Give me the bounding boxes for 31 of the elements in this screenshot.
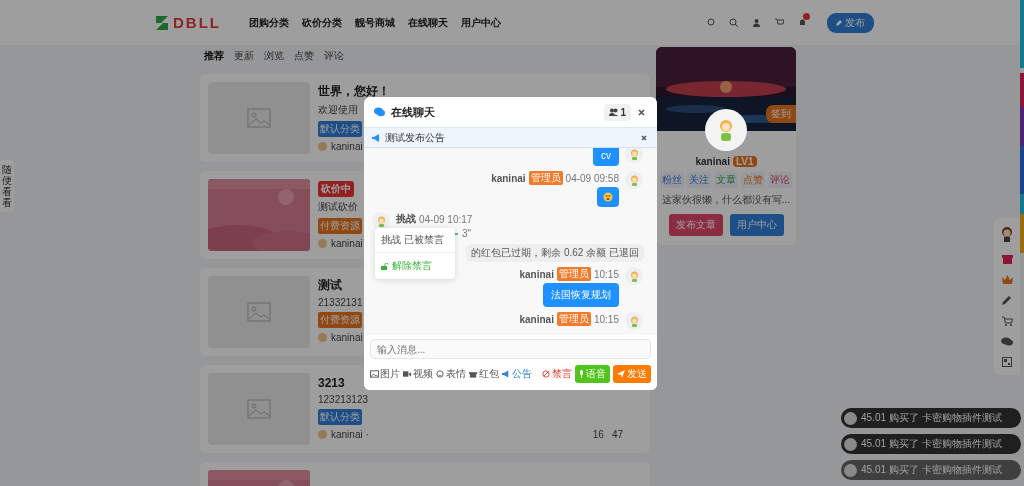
- sender-name: kaninai: [519, 268, 554, 280]
- post-stat: 16: [592, 429, 604, 440]
- dialog-title: 在线聊天: [391, 104, 435, 120]
- message-time: 04-09 10:17: [419, 213, 473, 225]
- announcement-text: 测试发布公告: [385, 130, 445, 145]
- admin-badge: 管理员: [528, 171, 563, 185]
- message-bubble: 法国恢复规划: [543, 283, 619, 307]
- message-bubble: cv: [593, 148, 619, 166]
- system-message: 的红包已过期，剩余 0.62 余额 已退回: [465, 244, 645, 262]
- message-time: 10:15: [593, 268, 619, 280]
- logo-text: DBLL: [173, 14, 221, 31]
- sender-name: kaninai: [519, 313, 554, 325]
- post-excerpt: 测试砍价: [318, 200, 358, 214]
- post-excerpt: 21332131: [318, 297, 363, 308]
- voice-duration: 3": [462, 228, 472, 239]
- post-excerpt: 123213123: [318, 394, 369, 405]
- user-name: kaninai: [695, 156, 730, 167]
- status-badge: 砍价中: [318, 180, 354, 197]
- message-time: 04-09 09:58: [565, 172, 619, 184]
- notice-text: 45.01 购买了 卡密购物插件测试: [861, 463, 1002, 477]
- sender-name: 挑战: [396, 212, 416, 226]
- post-stat: 47: [611, 429, 624, 440]
- notice-text: 45.01 购买了 卡密购物插件测试: [861, 411, 1002, 425]
- user-bio: 这家伙很懒，什么都没有写...: [661, 193, 791, 207]
- sender-name: kaninai: [491, 172, 526, 184]
- post-excerpt: 欢迎使用: [318, 103, 358, 117]
- level-badge: LV1: [732, 156, 757, 167]
- admin-badge: 管理员: [556, 312, 591, 326]
- admin-badge: 管理员: [556, 267, 591, 281]
- notice-text: 45.01 购买了 卡密购物插件测试: [861, 437, 1002, 451]
- message-time: 10:15: [593, 313, 619, 325]
